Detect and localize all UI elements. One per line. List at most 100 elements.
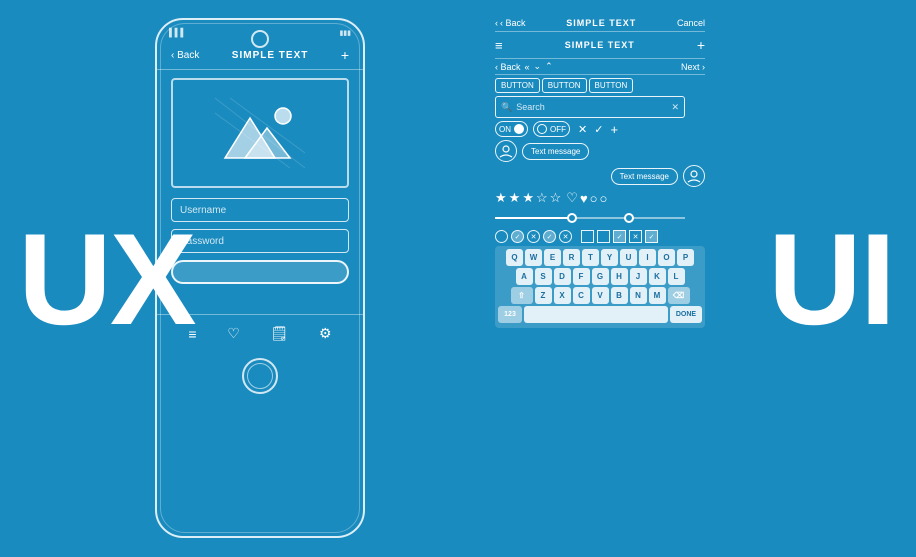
key-J[interactable]: J	[630, 268, 647, 285]
phone-password-input[interactable]: Password	[171, 229, 349, 253]
checkbox-empty-1[interactable]	[581, 230, 594, 243]
key-delete[interactable]: ⌫	[668, 287, 690, 304]
nav-down-icon[interactable]: ⌄	[534, 61, 542, 72]
heart-empty[interactable]: ♡	[566, 190, 578, 206]
cross-icon[interactable]: ✕	[578, 123, 587, 136]
toggle-off[interactable]: OFF	[533, 121, 570, 137]
key-Y[interactable]: Y	[601, 249, 618, 266]
key-C[interactable]: C	[573, 287, 590, 304]
key-R[interactable]: R	[563, 249, 580, 266]
settings-icon[interactable]: ⚙	[319, 325, 332, 342]
heart-icon[interactable]: ♡	[227, 325, 240, 342]
button-group: BUTTON BUTTON BUTTON	[495, 78, 705, 93]
key-E[interactable]: E	[544, 249, 561, 266]
panel-title-row: ≡ SIMPLE TEXT +	[495, 35, 705, 55]
key-M[interactable]: M	[649, 287, 666, 304]
panel-back-label: ‹ Back	[500, 18, 526, 28]
key-123[interactable]: 123	[498, 306, 522, 323]
phone-username-placeholder: Username	[180, 205, 226, 216]
phone-title: SIMPLE TEXT	[232, 50, 309, 61]
phone-add-button[interactable]: +	[341, 47, 349, 63]
checkbox-empty-2[interactable]	[597, 230, 610, 243]
panel-top-title: SIMPLE TEXT	[531, 18, 672, 28]
star-5-empty[interactable]: ☆	[550, 190, 562, 206]
heart-filled[interactable]: ♥	[580, 191, 588, 206]
phone-back-button[interactable]: ‹ Back	[171, 50, 199, 61]
key-S[interactable]: S	[535, 268, 552, 285]
slider-row[interactable]	[495, 209, 685, 227]
key-U[interactable]: U	[620, 249, 637, 266]
star-4-empty[interactable]: ☆	[536, 190, 548, 206]
nav-prev-icon[interactable]: «	[525, 62, 530, 72]
panel-plus2-button[interactable]: +	[697, 37, 705, 53]
checkbox-checked-1[interactable]: ✓	[613, 230, 626, 243]
panel-menu-icon[interactable]: ≡	[495, 38, 503, 53]
key-X[interactable]: X	[554, 287, 571, 304]
key-W[interactable]: W	[525, 249, 542, 266]
phone-home-inner	[247, 363, 273, 389]
button-3[interactable]: BUTTON	[589, 78, 634, 93]
key-O[interactable]: O	[658, 249, 675, 266]
toggle-on[interactable]: ON	[495, 121, 528, 137]
radio-empty-1[interactable]	[495, 230, 508, 243]
button-2[interactable]: BUTTON	[542, 78, 587, 93]
nav-up-icon[interactable]: ⌃	[545, 61, 553, 72]
key-N[interactable]: N	[630, 287, 647, 304]
checkbox-checked-2[interactable]: ✓	[645, 230, 658, 243]
key-Q[interactable]: Q	[506, 249, 523, 266]
phone-username-input[interactable]: Username	[171, 198, 349, 222]
radio-check-2[interactable]: ✓	[543, 230, 556, 243]
star-3[interactable]: ★	[522, 190, 534, 206]
key-L[interactable]: L	[668, 268, 685, 285]
search-clear-button[interactable]: ✕	[671, 102, 679, 113]
key-Z[interactable]: Z	[535, 287, 552, 304]
plus3-button[interactable]: +	[610, 122, 618, 137]
key-H[interactable]: H	[611, 268, 628, 285]
star-2[interactable]: ★	[509, 190, 521, 206]
slider-thumb-2[interactable]	[624, 213, 634, 223]
star-1[interactable]: ★	[495, 190, 507, 206]
checkbox-cross-1[interactable]: ✕	[629, 230, 642, 243]
phone-submit-button[interactable]	[171, 260, 349, 284]
main-container: UX UI ▌▌▌ ▮▮▮ ‹ Back SIMPLE TEXT +	[0, 0, 916, 557]
panel-back-button[interactable]: ‹ ‹ Back	[495, 18, 526, 28]
nav-next-button[interactable]: Next ›	[681, 62, 705, 72]
key-D[interactable]: D	[554, 268, 571, 285]
keyboard-row-4: 123 DONE	[498, 306, 702, 323]
radio-check-1[interactable]: ✓	[511, 230, 524, 243]
radio-cross-1[interactable]: ✕	[527, 230, 540, 243]
key-A[interactable]: A	[516, 268, 533, 285]
panel-title2: SIMPLE TEXT	[509, 40, 691, 50]
key-G[interactable]: G	[592, 268, 609, 285]
phone-mockup: ▌▌▌ ▮▮▮ ‹ Back SIMPLE TEXT +	[155, 18, 365, 538]
phone-home-button[interactable]	[242, 358, 278, 394]
key-shift[interactable]: ⇧	[511, 287, 533, 304]
key-P[interactable]: P	[677, 249, 694, 266]
keyboard-row-1: Q W E R T Y U I O P	[498, 249, 702, 266]
back-chevron-icon: ‹	[495, 18, 498, 28]
slider-thumb-1[interactable]	[567, 213, 577, 223]
key-F[interactable]: F	[573, 268, 590, 285]
key-I[interactable]: I	[639, 249, 656, 266]
key-done[interactable]: DONE	[670, 306, 702, 323]
phone-image-area	[171, 78, 349, 188]
hamburger-icon[interactable]: ≡	[188, 326, 196, 342]
speech-bubble-2: ○	[600, 191, 608, 206]
radio-cross-2[interactable]: ✕	[559, 230, 572, 243]
check-icon[interactable]: ✓	[594, 123, 603, 136]
image-placeholder-icon	[215, 93, 305, 173]
key-space[interactable]	[524, 306, 668, 323]
slider-track	[495, 217, 685, 219]
key-V[interactable]: V	[592, 287, 609, 304]
button-1[interactable]: BUTTON	[495, 78, 540, 93]
search-bar[interactable]: 🔍 Search ✕	[495, 96, 685, 118]
key-B[interactable]: B	[611, 287, 628, 304]
panel-cancel-button[interactable]: Cancel	[677, 18, 705, 28]
ui-elements-panel: ‹ ‹ Back SIMPLE TEXT Cancel ≡ SIMPLE TEX…	[495, 18, 705, 328]
phone-body: ▌▌▌ ▮▮▮ ‹ Back SIMPLE TEXT +	[155, 18, 365, 538]
nav-back-button[interactable]: ‹ Back	[495, 62, 521, 72]
key-K[interactable]: K	[649, 268, 666, 285]
slider-fill	[495, 217, 571, 219]
key-T[interactable]: T	[582, 249, 599, 266]
list-icon[interactable]: 🗒	[271, 325, 289, 342]
